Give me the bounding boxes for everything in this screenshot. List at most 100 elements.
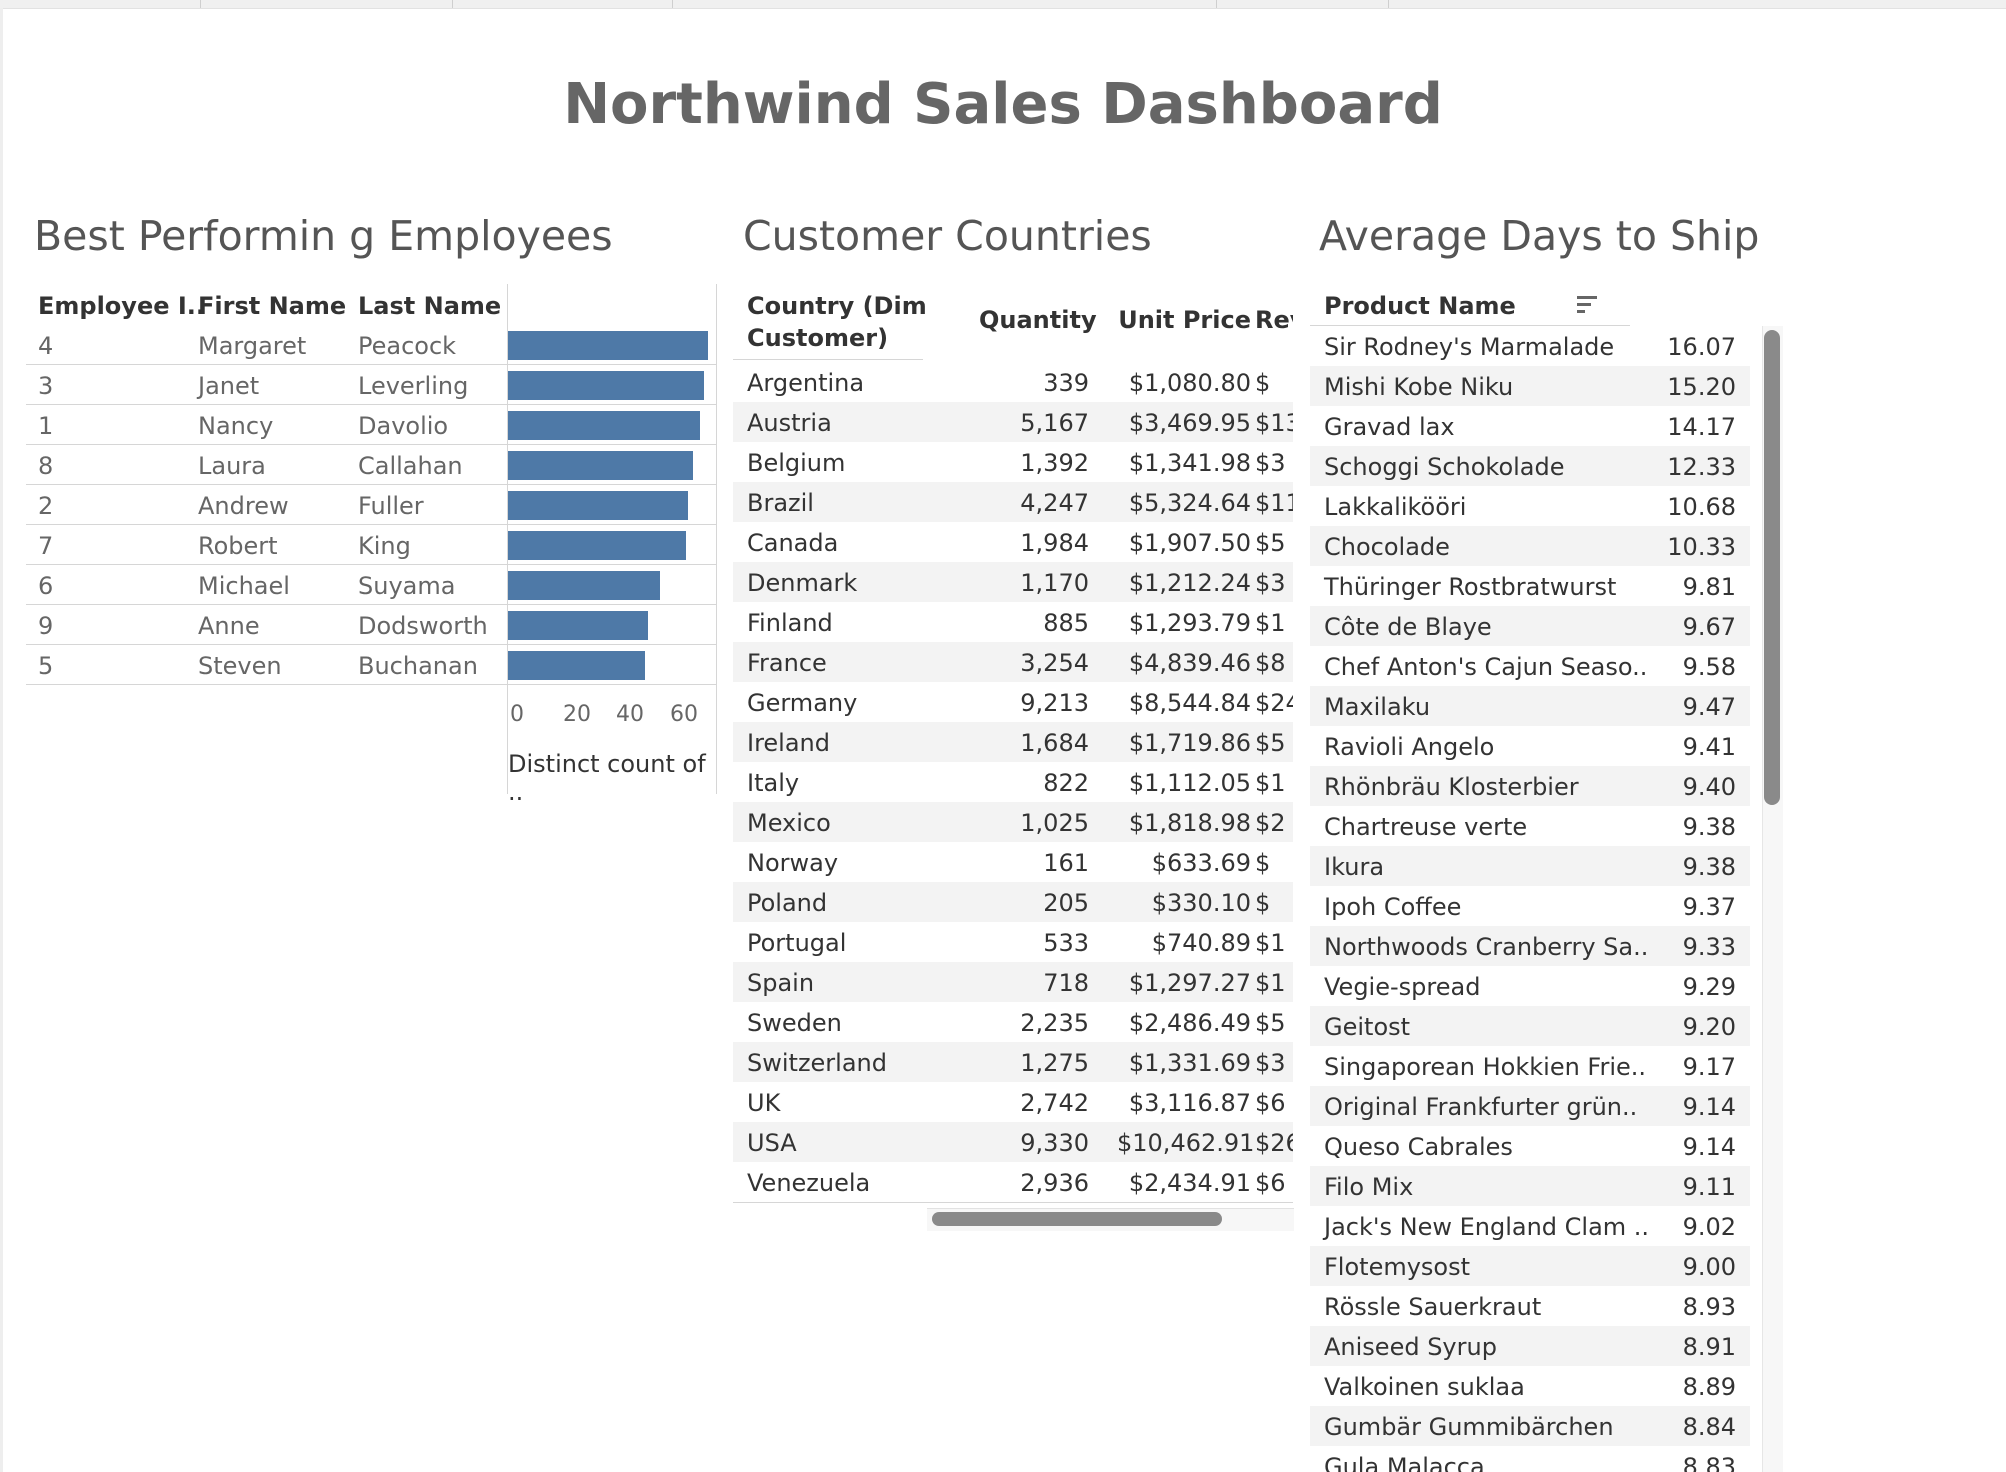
ship-vertical-scrollbar[interactable] [1764,330,1780,805]
employee-row[interactable]: 9 Anne Dodsworth [26,605,716,645]
country-row[interactable]: Argentina 339 $1,080.80 $ [733,362,1293,402]
country-quantity: 2,936 [1020,1169,1089,1197]
country-row[interactable]: Ireland 1,684 $1,719.86 $5 [733,722,1293,762]
country-row[interactable]: Canada 1,984 $1,907.50 $5 [733,522,1293,562]
product-row[interactable]: Jack's New England Clam .. 9.02 [1310,1206,1750,1246]
bar-axis-label[interactable]: Distinct count of .. [508,750,716,806]
bar-axis-tick-label: 60 [670,702,698,727]
product-row[interactable]: Rössle Sauerkraut 8.93 [1310,1286,1750,1326]
employee-row[interactable]: 8 Laura Callahan [26,445,716,485]
product-row[interactable]: Ravioli Angelo 9.41 [1310,726,1750,766]
product-row[interactable]: Thüringer Rostbratwurst 9.81 [1310,566,1750,606]
country-row[interactable]: Switzerland 1,275 $1,331.69 $3 [733,1042,1293,1082]
country-quantity: 822 [1043,769,1089,797]
country-row[interactable]: Austria 5,167 $3,469.95$13 [733,402,1293,442]
employee-row[interactable]: 7 Robert King [26,525,716,565]
country-row[interactable]: USA 9,330 $10,462.91$26 [733,1122,1293,1162]
employee-row[interactable]: 3 Janet Leverling [26,365,716,405]
employee-row[interactable]: 4 Margaret Peacock [26,325,716,365]
product-name: Lakkalikööri [1324,493,1467,521]
unit-price-header[interactable]: Unit Price [1117,306,1251,334]
employee-bar[interactable] [508,411,700,440]
country-row[interactable]: Venezuela 2,936 $2,434.91 $6 [733,1162,1293,1202]
country-unit-price: $633.69 [1151,849,1251,877]
product-row[interactable]: Ikura 9.38 [1310,846,1750,886]
country-row[interactable]: Portugal 533 $740.89 $1 [733,922,1293,962]
product-row[interactable]: Queso Cabrales 9.14 [1310,1126,1750,1166]
country-row[interactable]: Mexico 1,025 $1,818.98 $2 [733,802,1293,842]
avg-days-to-ship: 9.02 [1682,1213,1736,1241]
country-row[interactable]: Germany 9,213 $8,544.84$24 [733,682,1293,722]
country-quantity: 4,247 [1020,489,1089,517]
employee-bar[interactable] [508,451,693,480]
sort-descending-icon[interactable] [1576,294,1598,314]
country-header[interactable]: Country (Dim Customer) [747,290,947,354]
country-row[interactable]: Belgium 1,392 $1,341.98 $3 [733,442,1293,482]
product-row[interactable]: Original Frankfurter grün.. 9.14 [1310,1086,1750,1126]
product-row[interactable]: Maxilaku 9.47 [1310,686,1750,726]
product-row[interactable]: Lakkalikööri 10.68 [1310,486,1750,526]
employee-bar[interactable] [508,571,660,600]
quantity-header[interactable]: Quantity [979,306,1097,334]
employee-first-name: Andrew [198,492,289,520]
employee-bar[interactable] [508,651,645,680]
last-name-header[interactable]: Last Name [358,292,501,320]
employee-row[interactable]: 5 Steven Buchanan [26,645,716,685]
product-row[interactable]: Northwoods Cranberry Sa.. 9.33 [1310,926,1750,966]
product-row[interactable]: Côte de Blaye 9.67 [1310,606,1750,646]
country-quantity: 1,025 [1020,809,1089,837]
country-row[interactable]: Finland 885 $1,293.79 $1 [733,602,1293,642]
countries-horizontal-scrollbar[interactable] [932,1212,1222,1226]
product-row[interactable]: Valkoinen suklaa 8.89 [1310,1366,1750,1406]
country-unit-price: $4,839.46 [1128,649,1251,677]
country-row[interactable]: Poland 205 $330.10 $ [733,882,1293,922]
product-row[interactable]: Sir Rodney's Marmalade 16.07 [1310,326,1750,366]
country-quantity: 1,984 [1020,529,1089,557]
product-row[interactable]: Chartreuse verte 9.38 [1310,806,1750,846]
country-revenue: $5 [1255,729,1286,757]
employee-row[interactable]: 6 Michael Suyama [26,565,716,605]
country-quantity: 9,330 [1020,1129,1089,1157]
product-row[interactable]: Filo Mix 9.11 [1310,1166,1750,1206]
employee-id: 4 [38,332,54,360]
country-row[interactable]: Italy 822 $1,112.05 $1 [733,762,1293,802]
country-row[interactable]: Spain 718 $1,297.27 $1 [733,962,1293,1002]
employee-first-name: Michael [198,572,290,600]
employee-row[interactable]: 1 Nancy Davolio [26,405,716,445]
country-row[interactable]: Sweden 2,235 $2,486.49 $5 [733,1002,1293,1042]
product-row[interactable]: Geitost 9.20 [1310,1006,1750,1046]
product-row[interactable]: Gravad lax 14.17 [1310,406,1750,446]
product-row[interactable]: Gumbär Gummibärchen 8.84 [1310,1406,1750,1446]
product-row[interactable]: Aniseed Syrup 8.91 [1310,1326,1750,1366]
product-row[interactable]: Schoggi Schokolade 12.33 [1310,446,1750,486]
avg-days-to-ship: 10.33 [1667,533,1736,561]
product-row[interactable]: Chef Anton's Cajun Seaso.. 9.58 [1310,646,1750,686]
first-name-header[interactable]: First Name [198,292,346,320]
employee-bar[interactable] [508,531,686,560]
country-name: Argentina [747,369,865,397]
revenue-header[interactable]: Rev [1255,306,1293,334]
product-row[interactable]: Chocolade 10.33 [1310,526,1750,566]
employee-bar[interactable] [508,491,688,520]
employee-bar[interactable] [508,371,704,400]
country-row[interactable]: UK 2,742 $3,116.87 $6 [733,1082,1293,1122]
country-name: Sweden [747,1009,842,1037]
employee-row[interactable]: 2 Andrew Fuller [26,485,716,525]
employee-id-header[interactable]: Employee I.. [38,292,205,320]
country-row[interactable]: France 3,254 $4,839.46 $8 [733,642,1293,682]
country-row[interactable]: Brazil 4,247 $5,324.64$11 [733,482,1293,522]
product-row[interactable]: Mishi Kobe Niku 15.20 [1310,366,1750,406]
product-row[interactable]: Rhönbräu Klosterbier 9.40 [1310,766,1750,806]
product-name-header[interactable]: Product Name [1324,292,1516,320]
employee-bar[interactable] [508,331,708,360]
country-row[interactable]: Norway 161 $633.69 $ [733,842,1293,882]
product-row[interactable]: Vegie-spread 9.29 [1310,966,1750,1006]
product-row[interactable]: Singaporean Hokkien Frie.. 9.17 [1310,1046,1750,1086]
employee-bar[interactable] [508,611,648,640]
country-row[interactable]: Denmark 1,170 $1,212.24 $3 [733,562,1293,602]
product-row[interactable]: Ipoh Coffee 9.37 [1310,886,1750,926]
product-row[interactable]: Gula Malacca 8.83 [1310,1446,1750,1472]
avg-days-to-ship: 12.33 [1667,453,1736,481]
product-name: Northwoods Cranberry Sa.. [1324,933,1649,961]
product-row[interactable]: Flotemysost 9.00 [1310,1246,1750,1286]
